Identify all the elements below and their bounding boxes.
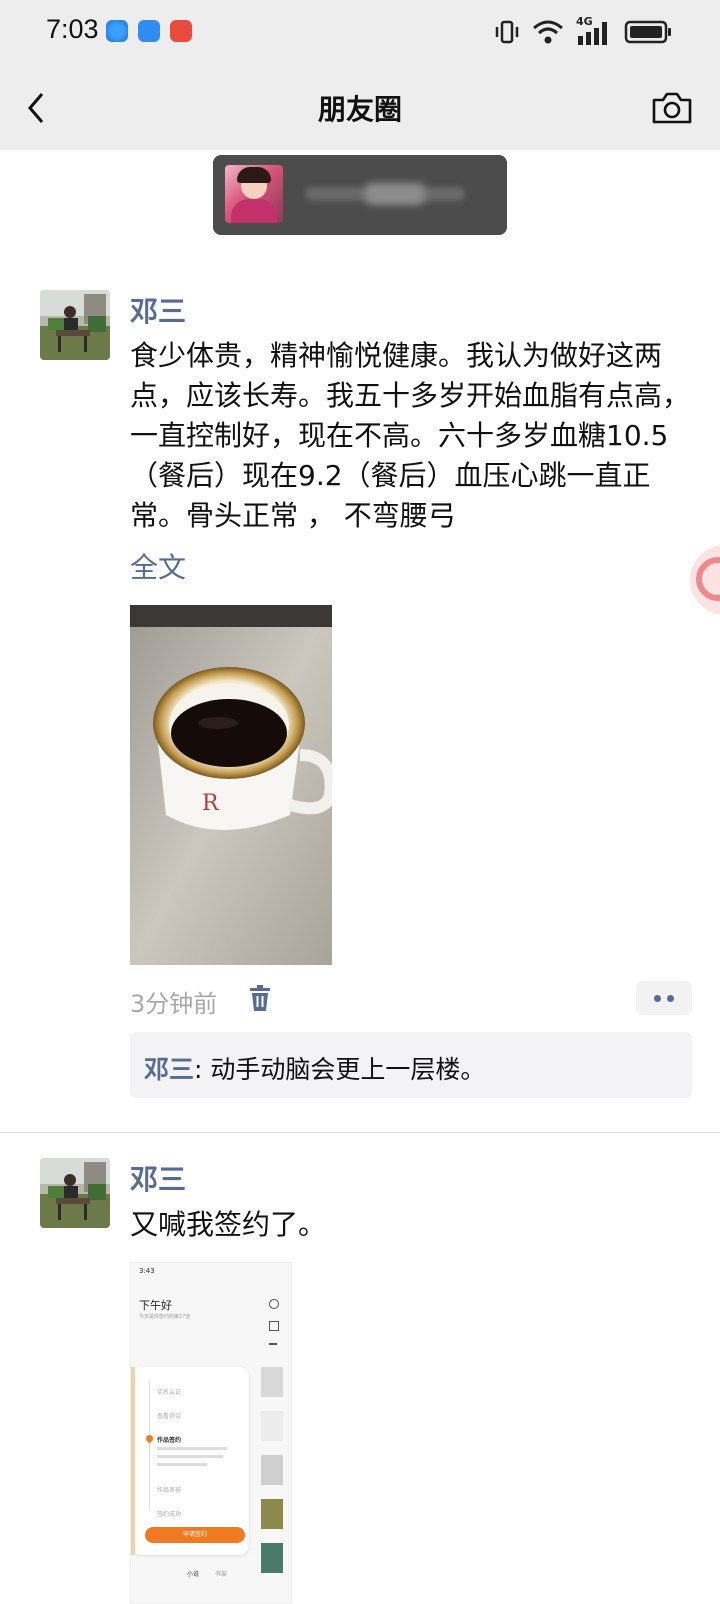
post-text: 食少体贵，精神愉悦健康。我认为做好这两点，应该长寿。我五十多岁开始血脂有点高，一…	[130, 339, 690, 532]
more-dot-icon	[654, 994, 661, 1002]
post-author[interactable]: 邓三	[130, 290, 186, 330]
map-pin-icon	[144, 1433, 155, 1444]
wifi-icon	[533, 20, 563, 44]
avatar[interactable]	[40, 290, 110, 360]
shot-greeting: 下午好	[139, 1299, 172, 1312]
post-image-app-screenshot[interactable]: 3:43 下午好 今天是你签约的第17天 实名认证 查看协议 作品签约 作品审核…	[130, 1262, 292, 1604]
signal-indicator: 4G	[576, 15, 612, 46]
shot-tab: 书架	[215, 1571, 228, 1578]
post-divider	[0, 1132, 720, 1133]
shot-item: 作品审核	[157, 1487, 182, 1494]
floating-shortcut-icon[interactable]	[690, 545, 720, 615]
shot-subtext: 今天是你签约的第17天	[139, 1314, 191, 1320]
comment-author[interactable]: 邓三	[144, 1055, 194, 1084]
vibrate-icon	[495, 20, 519, 44]
svg-text:R: R	[202, 791, 220, 816]
browser-icon	[106, 20, 128, 42]
post-image-coffee-cup[interactable]: R	[130, 605, 332, 965]
avatar-photo	[40, 290, 110, 360]
more-dot-icon	[667, 994, 674, 1002]
shot-book-covers	[261, 1367, 285, 1573]
comment-text: : 动手动脑会更上一层楼。	[194, 1055, 486, 1084]
notice-text-blurred	[305, 181, 475, 207]
messenger-icon	[138, 20, 160, 42]
shot-time: 3:43	[139, 1267, 155, 1275]
shot-apply-button: 申请签约	[145, 1527, 245, 1543]
nav-bar: 朋友圈	[0, 66, 720, 150]
battery-icon	[624, 20, 671, 44]
shot-item: 实名认证	[157, 1389, 182, 1396]
news-app-icon	[170, 20, 192, 42]
post-text: 又喊我签约了。	[130, 1208, 327, 1241]
shot-side-icons	[269, 1299, 279, 1351]
new-message-notice[interactable]	[213, 155, 507, 235]
expand-full-text-link[interactable]: 全文	[130, 546, 186, 586]
shot-card: 实名认证 查看协议 作品签约 作品审核 签约成功 申请签约	[131, 1367, 249, 1555]
shot-item: 签约成功	[157, 1511, 182, 1518]
shot-tab: 小说	[187, 1571, 200, 1578]
shot-item: 作品签约	[157, 1437, 182, 1444]
delete-icon[interactable]	[248, 984, 272, 1012]
shot-item: 查看协议	[157, 1413, 182, 1420]
post-time: 3分钟前	[130, 990, 218, 1018]
avatar[interactable]	[40, 1158, 110, 1228]
status-indicators: 4G	[494, 14, 672, 50]
more-actions-button[interactable]	[636, 981, 692, 1015]
status-time: 7:03	[46, 14, 99, 44]
page-title: 朋友圈	[317, 93, 402, 126]
comment-box: 邓三: 动手动脑会更上一层楼。	[130, 1032, 692, 1098]
signal-icon	[578, 22, 607, 45]
camera-icon[interactable]	[650, 86, 694, 130]
comment[interactable]: 邓三: 动手动脑会更上一层楼。	[144, 1050, 485, 1086]
avatar-photo	[40, 1158, 110, 1228]
status-bar: 7:03 4G	[0, 0, 720, 66]
post-author[interactable]: 邓三	[130, 1158, 186, 1198]
notice-avatar	[225, 165, 283, 223]
